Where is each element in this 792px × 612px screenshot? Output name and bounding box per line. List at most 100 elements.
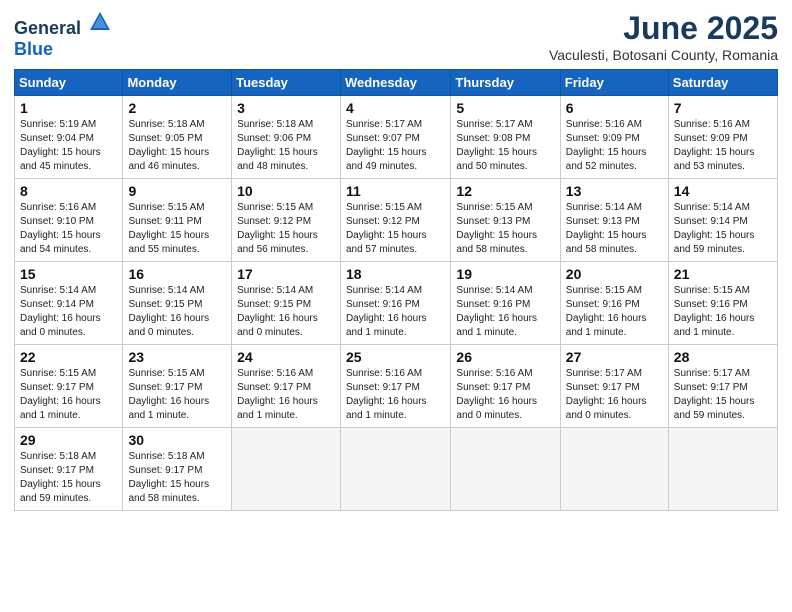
calendar-cell: 19 Sunrise: 5:14 AM Sunset: 9:16 PM Dayli… (451, 262, 560, 345)
logo-text: General Blue (14, 10, 112, 60)
day-number: 10 (237, 183, 335, 199)
day-number: 4 (346, 100, 445, 116)
calendar-cell: 24 Sunrise: 5:16 AM Sunset: 9:17 PM Dayli… (232, 345, 341, 428)
day-info: Sunrise: 5:17 AM Sunset: 9:07 PM Dayligh… (346, 118, 445, 174)
day-info: Sunrise: 5:14 AM Sunset: 9:15 PM Dayligh… (128, 284, 226, 340)
day-number: 28 (674, 349, 772, 365)
title-block: June 2025 Vaculesti, Botosani County, Ro… (549, 10, 778, 63)
day-number: 19 (456, 266, 554, 282)
day-info: Sunrise: 5:15 AM Sunset: 9:11 PM Dayligh… (128, 201, 226, 257)
day-number: 22 (20, 349, 117, 365)
day-info: Sunrise: 5:15 AM Sunset: 9:12 PM Dayligh… (346, 201, 445, 257)
calendar-cell: 26 Sunrise: 5:16 AM Sunset: 9:17 PM Dayli… (451, 345, 560, 428)
calendar-cell: 21 Sunrise: 5:15 AM Sunset: 9:16 PM Dayli… (668, 262, 777, 345)
day-number: 16 (128, 266, 226, 282)
day-info: Sunrise: 5:15 AM Sunset: 9:17 PM Dayligh… (20, 367, 117, 423)
day-number: 14 (674, 183, 772, 199)
calendar-header-row: SundayMondayTuesdayWednesdayThursdayFrid… (15, 70, 778, 96)
day-info: Sunrise: 5:14 AM Sunset: 9:13 PM Dayligh… (566, 201, 663, 257)
calendar-cell: 2 Sunrise: 5:18 AM Sunset: 9:05 PM Daylig… (123, 96, 232, 179)
calendar-cell: 20 Sunrise: 5:15 AM Sunset: 9:16 PM Dayli… (560, 262, 668, 345)
day-number: 25 (346, 349, 445, 365)
calendar-cell: 5Sunrise: 5:17 AM Sunset: 9:08 PM Daylig… (451, 96, 560, 179)
calendar-cell: 3 Sunrise: 5:18 AM Sunset: 9:06 PM Daylig… (232, 96, 341, 179)
calendar-cell: 13 Sunrise: 5:14 AM Sunset: 9:13 PM Dayli… (560, 179, 668, 262)
day-info: Sunrise: 5:17 AM Sunset: 9:17 PM Dayligh… (566, 367, 663, 423)
calendar-cell: 11 Sunrise: 5:15 AM Sunset: 9:12 PM Dayli… (340, 179, 450, 262)
calendar-cell: 17Sunrise: 5:14 AM Sunset: 9:15 PM Dayli… (232, 262, 341, 345)
logo-blue: Blue (14, 39, 53, 59)
day-info: Sunrise: 5:15 AM Sunset: 9:16 PM Dayligh… (674, 284, 772, 340)
header: General Blue June 2025 Vaculesti, Botosa… (14, 10, 778, 63)
calendar-week-row: 22 Sunrise: 5:15 AM Sunset: 9:17 PM Dayli… (15, 345, 778, 428)
calendar-cell: 30 Sunrise: 5:18 AM Sunset: 9:17 PM Dayli… (123, 428, 232, 511)
day-info: Sunrise: 5:16 AM Sunset: 9:09 PM Dayligh… (674, 118, 772, 174)
day-info: Sunrise: 5:14 AM Sunset: 9:14 PM Dayligh… (20, 284, 117, 340)
day-info: Sunrise: 5:16 AM Sunset: 9:10 PM Dayligh… (20, 201, 117, 257)
day-number: 13 (566, 183, 663, 199)
calendar-col-monday: Monday (123, 70, 232, 96)
day-number: 3 (237, 100, 335, 116)
day-number: 8 (20, 183, 117, 199)
day-info: Sunrise: 5:15 AM Sunset: 9:16 PM Dayligh… (566, 284, 663, 340)
day-number: 12 (456, 183, 554, 199)
location-title: Vaculesti, Botosani County, Romania (549, 47, 778, 63)
day-number: 30 (128, 432, 226, 448)
day-info: Sunrise: 5:16 AM Sunset: 9:17 PM Dayligh… (237, 367, 335, 423)
calendar-cell: 12 Sunrise: 5:15 AM Sunset: 9:13 PM Dayli… (451, 179, 560, 262)
logo-icon (88, 10, 112, 34)
month-title: June 2025 (549, 10, 778, 47)
calendar-cell (560, 428, 668, 511)
day-info: Sunrise: 5:15 AM Sunset: 9:17 PM Dayligh… (128, 367, 226, 423)
day-info: Sunrise: 5:18 AM Sunset: 9:17 PM Dayligh… (128, 450, 226, 506)
day-number: 21 (674, 266, 772, 282)
calendar-col-wednesday: Wednesday (340, 70, 450, 96)
day-number: 5 (456, 100, 554, 116)
day-info: Sunrise: 5:18 AM Sunset: 9:06 PM Dayligh… (237, 118, 335, 174)
day-info: Sunrise: 5:14 AM Sunset: 9:14 PM Dayligh… (674, 201, 772, 257)
calendar-week-row: 8 Sunrise: 5:16 AM Sunset: 9:10 PM Daylig… (15, 179, 778, 262)
calendar-col-friday: Friday (560, 70, 668, 96)
calendar-cell: 27 Sunrise: 5:17 AM Sunset: 9:17 PM Dayli… (560, 345, 668, 428)
day-number: 24 (237, 349, 335, 365)
calendar-cell (340, 428, 450, 511)
day-info: Sunrise: 5:15 AM Sunset: 9:13 PM Dayligh… (456, 201, 554, 257)
calendar-cell: 14 Sunrise: 5:14 AM Sunset: 9:14 PM Dayli… (668, 179, 777, 262)
calendar-cell: 28 Sunrise: 5:17 AM Sunset: 9:17 PM Dayli… (668, 345, 777, 428)
day-number: 29 (20, 432, 117, 448)
calendar-cell (451, 428, 560, 511)
day-number: 20 (566, 266, 663, 282)
day-info: Sunrise: 5:16 AM Sunset: 9:09 PM Dayligh… (566, 118, 663, 174)
day-number: 11 (346, 183, 445, 199)
calendar-col-tuesday: Tuesday (232, 70, 341, 96)
day-number: 26 (456, 349, 554, 365)
calendar-cell: 22 Sunrise: 5:15 AM Sunset: 9:17 PM Dayli… (15, 345, 123, 428)
calendar-week-row: 29 Sunrise: 5:18 AM Sunset: 9:17 PM Dayli… (15, 428, 778, 511)
day-info: Sunrise: 5:14 AM Sunset: 9:16 PM Dayligh… (456, 284, 554, 340)
day-info: Sunrise: 5:18 AM Sunset: 9:05 PM Dayligh… (128, 118, 226, 174)
calendar-cell: 6 Sunrise: 5:16 AM Sunset: 9:09 PM Daylig… (560, 96, 668, 179)
calendar-cell: 23 Sunrise: 5:15 AM Sunset: 9:17 PM Dayli… (123, 345, 232, 428)
calendar-cell: 7Sunrise: 5:16 AM Sunset: 9:09 PM Daylig… (668, 96, 777, 179)
day-number: 27 (566, 349, 663, 365)
day-info: Sunrise: 5:16 AM Sunset: 9:17 PM Dayligh… (456, 367, 554, 423)
day-number: 17 (237, 266, 335, 282)
calendar-cell: 9Sunrise: 5:15 AM Sunset: 9:11 PM Daylig… (123, 179, 232, 262)
calendar-cell: 4 Sunrise: 5:17 AM Sunset: 9:07 PM Daylig… (340, 96, 450, 179)
calendar-cell: 25 Sunrise: 5:16 AM Sunset: 9:17 PM Dayli… (340, 345, 450, 428)
calendar-cell: 1Sunrise: 5:19 AM Sunset: 9:04 PM Daylig… (15, 96, 123, 179)
logo: General Blue (14, 10, 112, 60)
day-number: 6 (566, 100, 663, 116)
day-info: Sunrise: 5:16 AM Sunset: 9:17 PM Dayligh… (346, 367, 445, 423)
day-info: Sunrise: 5:19 AM Sunset: 9:04 PM Dayligh… (20, 118, 117, 174)
calendar-col-saturday: Saturday (668, 70, 777, 96)
day-info: Sunrise: 5:17 AM Sunset: 9:17 PM Dayligh… (674, 367, 772, 423)
day-number: 2 (128, 100, 226, 116)
calendar-col-thursday: Thursday (451, 70, 560, 96)
day-info: Sunrise: 5:14 AM Sunset: 9:16 PM Dayligh… (346, 284, 445, 340)
day-info: Sunrise: 5:15 AM Sunset: 9:12 PM Dayligh… (237, 201, 335, 257)
day-number: 23 (128, 349, 226, 365)
day-info: Sunrise: 5:18 AM Sunset: 9:17 PM Dayligh… (20, 450, 117, 506)
day-number: 18 (346, 266, 445, 282)
calendar-cell: 15Sunrise: 5:14 AM Sunset: 9:14 PM Dayli… (15, 262, 123, 345)
